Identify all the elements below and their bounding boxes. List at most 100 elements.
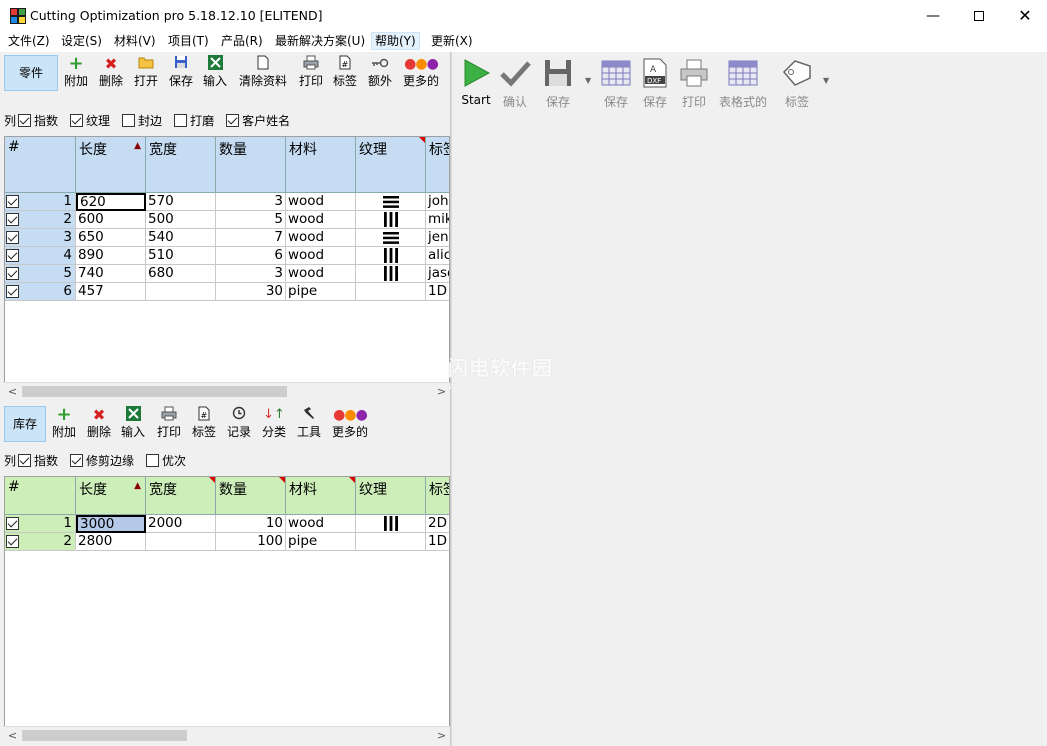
parts-header-width[interactable]: 宽度 <box>146 137 216 193</box>
row-checkbox[interactable] <box>6 213 19 226</box>
checkbox-index[interactable]: 指数 <box>18 112 58 129</box>
menu-settings[interactable]: 设定(S) <box>58 32 105 50</box>
stock-history-button[interactable]: 记录 <box>223 406 255 442</box>
label-cell[interactable]: 1D <box>426 533 449 551</box>
width-cell[interactable]: 680 <box>146 265 216 283</box>
checkbox-stock-index[interactable]: 指数 <box>18 452 58 469</box>
print-solution-button[interactable]: 打印 <box>676 58 712 110</box>
row-checkbox[interactable] <box>6 249 19 262</box>
grain-cell[interactable] <box>356 229 426 247</box>
stock-hscrollbar[interactable]: < > <box>4 726 450 743</box>
stock-delete-button[interactable]: ✖ 删除 <box>83 406 115 442</box>
save-dxf-button[interactable]: A DXF 保存 <box>637 58 673 110</box>
grain-cell[interactable] <box>356 211 426 229</box>
stock-header-length[interactable]: 长度 ▲ <box>76 477 146 515</box>
length-cell[interactable]: 620 <box>76 193 146 211</box>
checkbox-edge-banding[interactable]: 封边 <box>122 112 162 129</box>
save-solution-button[interactable]: 保存 <box>540 58 576 110</box>
parts-import-button[interactable]: 输入 <box>199 55 231 91</box>
scroll-right-icon[interactable]: > <box>433 727 450 744</box>
row-index-cell[interactable]: 2 <box>5 211 76 229</box>
start-button[interactable]: Start <box>460 58 492 107</box>
grain-cell[interactable] <box>356 283 426 301</box>
parts-open-button[interactable]: 打开 <box>130 55 162 91</box>
length-cell[interactable]: 650 <box>76 229 146 247</box>
row-checkbox[interactable] <box>6 285 19 298</box>
parts-delete-button[interactable]: ✖ 删除 <box>95 55 127 91</box>
length-cell[interactable]: 3000 <box>76 515 146 533</box>
parts-row[interactable]: 16205703wood john <box>5 193 449 211</box>
label-cell[interactable]: jason <box>426 265 449 283</box>
width-cell[interactable]: 500 <box>146 211 216 229</box>
close-button[interactable]: ✕ <box>1002 0 1047 31</box>
parts-header-length[interactable]: 长度 ▲ <box>76 137 146 193</box>
save-table-button[interactable]: 保存 <box>598 58 634 110</box>
parts-scroll-thumb[interactable] <box>22 386 287 397</box>
row-checkbox[interactable] <box>6 231 19 244</box>
material-cell[interactable]: wood <box>286 229 356 247</box>
checkbox-customer-name[interactable]: 客户姓名 <box>226 112 290 129</box>
grain-cell[interactable] <box>356 515 426 533</box>
label-dropdown-icon[interactable]: ▼ <box>823 76 829 85</box>
material-cell[interactable]: wood <box>286 247 356 265</box>
width-cell[interactable] <box>146 283 216 301</box>
stock-row[interactable]: 2 2800 100 pipe 1D <box>5 533 449 551</box>
stock-header-grain[interactable]: 纹理 <box>356 477 426 515</box>
quantity-cell[interactable]: 100 <box>216 533 286 551</box>
checkbox-grinding[interactable]: 打磨 <box>174 112 214 129</box>
menu-materials[interactable]: 材料(V) <box>111 32 159 50</box>
stock-scroll-thumb[interactable] <box>22 730 187 741</box>
label-cell[interactable]: jenny <box>426 229 449 247</box>
length-cell[interactable]: 740 <box>76 265 146 283</box>
menu-file[interactable]: 文件(Z) <box>5 32 53 50</box>
stock-import-button[interactable]: 输入 <box>117 406 149 442</box>
parts-clear-button[interactable]: 清除资料 <box>235 55 291 91</box>
row-checkbox[interactable] <box>6 267 19 280</box>
checkbox-grain[interactable]: 纹理 <box>70 112 110 129</box>
checkbox-priority[interactable]: 优次 <box>146 452 186 469</box>
stock-tools-button[interactable]: 工具 <box>293 406 325 442</box>
row-index-cell[interactable]: 3 <box>5 229 76 247</box>
parts-tab[interactable]: 零件 <box>4 55 58 91</box>
grain-cell[interactable] <box>356 247 426 265</box>
label-cell[interactable]: alice <box>426 247 449 265</box>
parts-extra-button[interactable]: 额外 <box>364 55 396 91</box>
length-cell[interactable]: 2800 <box>76 533 146 551</box>
row-index-cell[interactable]: 1 <box>5 515 76 533</box>
stock-print-button[interactable]: 打印 <box>153 406 185 442</box>
material-cell[interactable]: wood <box>286 211 356 229</box>
material-cell[interactable]: wood <box>286 193 356 211</box>
menu-project[interactable]: 项目(T) <box>165 32 212 50</box>
parts-header-grain[interactable]: 纹理 <box>356 137 426 193</box>
width-cell[interactable]: 540 <box>146 229 216 247</box>
stock-header-material[interactable]: 材料 <box>286 477 356 515</box>
scroll-left-icon[interactable]: < <box>4 383 21 400</box>
parts-header-label[interactable]: 标签 <box>426 137 449 193</box>
stock-label-button[interactable]: # 标签 <box>188 406 220 442</box>
width-cell[interactable]: 510 <box>146 247 216 265</box>
stock-more-button[interactable]: ●●● 更多的 <box>328 406 372 442</box>
parts-label-button[interactable]: # 标签 <box>329 55 361 91</box>
row-index-cell[interactable]: 5 <box>5 265 76 283</box>
save-dropdown-icon[interactable]: ▼ <box>585 76 591 85</box>
length-cell[interactable]: 600 <box>76 211 146 229</box>
parts-save-button[interactable]: 保存 <box>165 55 197 91</box>
label-cell[interactable]: 1D <box>426 283 449 301</box>
menu-products[interactable]: 产品(R) <box>218 32 266 50</box>
stock-header-width[interactable]: 宽度 <box>146 477 216 515</box>
parts-row[interactable]: 48905106wood alice <box>5 247 449 265</box>
stock-row[interactable]: 1 3000 2000 10 wood 2D <box>5 515 449 533</box>
stock-header-index[interactable]: # <box>5 477 76 515</box>
scroll-left-icon[interactable]: < <box>4 727 21 744</box>
row-index-cell[interactable]: 1 <box>5 193 76 211</box>
parts-row[interactable]: 26005005wood mike <box>5 211 449 229</box>
menu-help[interactable]: 帮助(Y) <box>371 32 420 50</box>
menu-latest-solution[interactable]: 最新解决方案(U) <box>272 32 368 50</box>
parts-hscrollbar[interactable]: < > <box>4 382 450 399</box>
parts-more-button[interactable]: ●●● 更多的 <box>399 55 443 91</box>
parts-row[interactable]: 36505407wood jenny <box>5 229 449 247</box>
quantity-cell[interactable]: 3 <box>216 265 286 283</box>
stock-add-button[interactable]: + 附加 <box>48 406 80 442</box>
width-cell[interactable]: 2000 <box>146 515 216 533</box>
row-index-cell[interactable]: 2 <box>5 533 76 551</box>
